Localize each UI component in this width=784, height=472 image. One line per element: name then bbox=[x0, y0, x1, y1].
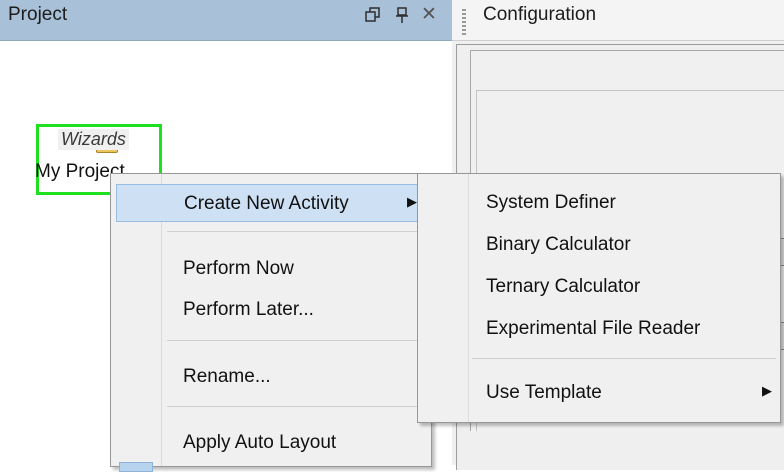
menu-item-rename[interactable]: Rename... bbox=[116, 358, 426, 396]
layout-icon bbox=[119, 462, 153, 472]
submenu-item-use-template[interactable]: Use Template ▶ bbox=[422, 374, 776, 412]
menu-separator bbox=[167, 231, 425, 232]
menu-item-label: Perform Later... bbox=[183, 299, 314, 320]
pin-icon[interactable] bbox=[393, 3, 411, 27]
menu-item-create-new-activity[interactable]: Create New Activity ▶ bbox=[116, 184, 426, 222]
submenu-item-system-definer[interactable]: System Definer bbox=[422, 184, 776, 222]
submenu-item-binary-calculator[interactable]: Binary Calculator bbox=[422, 226, 776, 264]
menu-item-label: Use Template bbox=[486, 382, 602, 403]
menu-item-apply-auto-layout[interactable]: Apply Auto Layout bbox=[116, 424, 426, 462]
project-panel-title: Project bbox=[8, 4, 68, 25]
project-panel-header: Project ✕ bbox=[0, 0, 452, 41]
submenu-item-experimental-file-reader[interactable]: Experimental File Reader bbox=[422, 310, 776, 348]
menu-item-label: Binary Calculator bbox=[486, 234, 631, 255]
submenu-create-new-activity: System Definer Binary Calculator Ternary… bbox=[417, 173, 781, 423]
menu-item-label: Create New Activity bbox=[184, 193, 349, 214]
submenu-item-ternary-calculator[interactable]: Ternary Calculator bbox=[422, 268, 776, 306]
menu-item-label: Perform Now bbox=[183, 258, 294, 279]
restore-icon[interactable] bbox=[364, 3, 382, 27]
context-menu: Create New Activity ▶ Perform Now Perfor… bbox=[110, 173, 432, 472]
submenu-arrow-icon: ▶ bbox=[407, 194, 417, 209]
wizards-group-label: Wizards bbox=[58, 129, 129, 150]
submenu-arrow-icon: ▶ bbox=[762, 383, 772, 398]
menu-item-label: System Definer bbox=[486, 192, 616, 213]
configuration-title: Configuration bbox=[483, 4, 597, 25]
menu-separator bbox=[472, 358, 776, 359]
menu-item-perform-later[interactable]: Perform Later... bbox=[116, 291, 426, 329]
configuration-tab[interactable]: Configuration bbox=[452, 0, 784, 41]
grip-icon bbox=[462, 9, 466, 35]
menu-item-label: Rename... bbox=[183, 366, 271, 387]
menu-item-label: Experimental File Reader bbox=[486, 318, 701, 339]
menu-item-label: Apply Auto Layout bbox=[183, 432, 337, 453]
menu-item-label: Ternary Calculator bbox=[486, 276, 641, 297]
menu-separator bbox=[167, 406, 425, 407]
close-icon[interactable]: ✕ bbox=[421, 3, 437, 27]
menu-separator bbox=[167, 340, 425, 341]
menu-item-perform-now[interactable]: Perform Now bbox=[116, 250, 426, 288]
